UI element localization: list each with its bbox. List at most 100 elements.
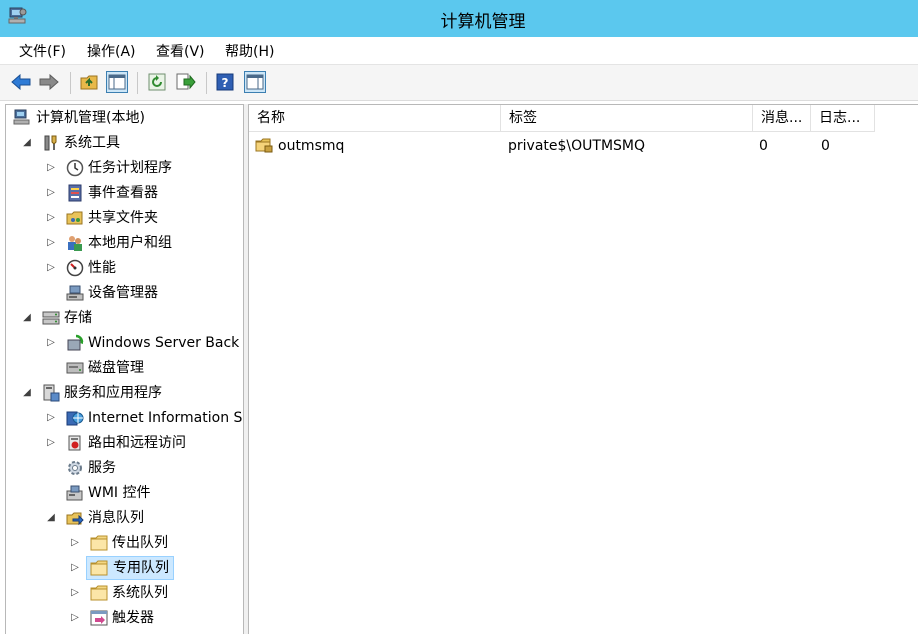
queue-name: outmsmq	[278, 138, 345, 154]
wmi-control-icon	[66, 484, 84, 502]
tree-item-triggers[interactable]: ▷ 触发器	[10, 606, 243, 630]
expand-arrow-icon[interactable]: ▷	[45, 206, 57, 230]
toolbar-separator	[206, 72, 207, 94]
services-applications-icon	[42, 384, 60, 402]
backup-icon	[66, 334, 84, 352]
tree-item-outgoing-queues[interactable]: ▷ 传出队列	[10, 531, 243, 555]
title-bar: 计算机管理	[0, 0, 918, 37]
queue-folder-icon	[255, 137, 273, 155]
computer-management-icon	[13, 109, 31, 127]
tree-item-system-queues[interactable]: ▷ 系统队列	[10, 581, 243, 605]
tree-item-shared-folders[interactable]: ▷ 共享文件夹	[10, 206, 243, 230]
help-icon[interactable]: ?	[214, 71, 236, 93]
tree-item-services[interactable]: 服务	[10, 456, 243, 480]
tree-item-task-scheduler[interactable]: ▷ 任务计划程序	[10, 156, 243, 180]
expand-arrow-icon[interactable]: ▷	[45, 256, 57, 280]
toolbar-separator	[137, 72, 138, 94]
tree-item-performance[interactable]: ▷ 性能	[10, 256, 243, 280]
tree-item-label: 服务	[88, 460, 116, 476]
collapse-arrow-icon[interactable]: ◢	[21, 131, 33, 155]
tree-item-label: 传出队列	[112, 535, 168, 551]
tree-item-label: 计算机管理(本地)	[36, 110, 145, 126]
expand-arrow-icon[interactable]: ▷	[69, 581, 81, 605]
tree-item-event-viewer[interactable]: ▷ 事件查看器	[10, 181, 243, 205]
expand-arrow-icon[interactable]: ▷	[45, 431, 57, 455]
tree-item-label: 触发器	[112, 610, 154, 626]
tree-item-windows-server-backup[interactable]: ▷ Windows Server Back	[10, 331, 243, 355]
collapse-arrow-icon[interactable]: ◢	[21, 381, 33, 405]
forward-icon[interactable]	[38, 71, 60, 93]
storage-icon	[42, 309, 60, 327]
tree-item-computer-management[interactable]: 计算机管理(本地)	[10, 106, 243, 130]
routing-icon	[66, 434, 84, 452]
menu-help[interactable]: 帮助(H)	[225, 42, 274, 62]
tree-item-private-queues[interactable]: ▷ 专用队列	[10, 556, 243, 580]
clock-icon	[66, 159, 84, 177]
tree-item-local-users-groups[interactable]: ▷ 本地用户和组	[10, 231, 243, 255]
expand-arrow-icon[interactable]: ▷	[45, 331, 57, 355]
tree-item-message-queuing[interactable]: ◢ 消息队列	[10, 506, 243, 530]
tree-item-routing-remote-access[interactable]: ▷ 路由和远程访问	[10, 431, 243, 455]
menu-action[interactable]: 操作(A)	[87, 42, 136, 62]
tree-item-label: 事件查看器	[88, 185, 158, 201]
tree-item-label: 性能	[88, 260, 116, 276]
table-row[interactable]: outmsmq private$\OUTMSMQ 0 0	[249, 135, 889, 157]
menu-view[interactable]: 查看(V)	[156, 42, 205, 62]
export-list-icon[interactable]	[175, 71, 197, 93]
folder-icon	[90, 559, 108, 577]
queue-label: private$\OUTMSMQ	[508, 138, 646, 154]
tree-item-label: 存储	[64, 310, 92, 326]
shared-folder-icon	[66, 209, 84, 227]
queue-message-count: 0	[759, 138, 768, 154]
column-header-label[interactable]: 标签	[501, 105, 753, 132]
folder-icon	[90, 584, 108, 602]
expand-arrow-icon[interactable]: ▷	[45, 181, 57, 205]
queue-journal-count: 0	[821, 138, 830, 154]
triggers-icon	[90, 609, 108, 627]
device-manager-icon	[66, 284, 84, 302]
tree-item-storage[interactable]: ◢ 存储	[10, 306, 243, 330]
show-hide-action-pane-icon[interactable]	[244, 71, 266, 93]
column-header-messages[interactable]: 消息...	[753, 105, 811, 132]
tree-item-device-manager[interactable]: 设备管理器	[10, 281, 243, 305]
tree-item-disk-management[interactable]: 磁盘管理	[10, 356, 243, 380]
performance-gauge-icon	[66, 259, 84, 277]
tree-item-label: Windows Server Back	[88, 335, 240, 351]
expand-arrow-icon[interactable]: ▷	[69, 531, 81, 555]
column-header-journal[interactable]: 日志...	[811, 105, 875, 132]
tree-item-system-tools[interactable]: ◢ 系统工具	[10, 131, 243, 155]
expand-arrow-icon[interactable]: ▷	[69, 606, 81, 630]
menu-file[interactable]: 文件(F)	[19, 42, 66, 62]
tree-item-label: 系统队列	[112, 585, 168, 601]
back-icon[interactable]	[10, 71, 32, 93]
expand-arrow-icon[interactable]: ▷	[69, 556, 81, 580]
console-tree[interactable]: 计算机管理(本地) ◢ 系统工具 ▷ 任务计划程序 ▷ 事件查看器 ▷ 共享文件…	[5, 104, 244, 634]
collapse-arrow-icon[interactable]: ◢	[45, 506, 57, 530]
message-queuing-icon	[66, 509, 84, 527]
tree-item-iis[interactable]: ▷ Internet Information S	[10, 406, 243, 430]
disk-management-icon	[66, 359, 84, 377]
iis-icon	[66, 409, 84, 427]
toolbar-separator	[70, 72, 71, 94]
expand-arrow-icon[interactable]: ▷	[45, 156, 57, 180]
tree-item-label: 本地用户和组	[88, 235, 172, 251]
tree-item-wmi-control[interactable]: WMI 控件	[10, 481, 243, 505]
tree-item-label: 系统工具	[64, 135, 120, 151]
tree-item-services-and-applications[interactable]: ◢ 服务和应用程序	[10, 381, 243, 405]
results-list[interactable]: 名称 标签 消息... 日志... outmsmq private$\OUTMS…	[248, 104, 918, 634]
svg-text:?: ?	[222, 76, 229, 90]
tree-item-label: 设备管理器	[88, 285, 158, 301]
expand-arrow-icon[interactable]: ▷	[45, 406, 57, 430]
event-viewer-icon	[66, 184, 84, 202]
up-folder-icon[interactable]	[79, 71, 101, 93]
tree-item-label: 共享文件夹	[88, 210, 158, 226]
tree-item-label: 任务计划程序	[88, 160, 172, 176]
expand-arrow-icon[interactable]: ▷	[45, 231, 57, 255]
folder-icon	[90, 534, 108, 552]
refresh-icon[interactable]	[146, 71, 168, 93]
collapse-arrow-icon[interactable]: ◢	[21, 306, 33, 330]
column-header-name[interactable]: 名称	[249, 105, 501, 132]
users-icon	[66, 234, 84, 252]
show-hide-console-tree-icon[interactable]	[106, 71, 128, 93]
tree-item-label: 消息队列	[88, 510, 144, 526]
